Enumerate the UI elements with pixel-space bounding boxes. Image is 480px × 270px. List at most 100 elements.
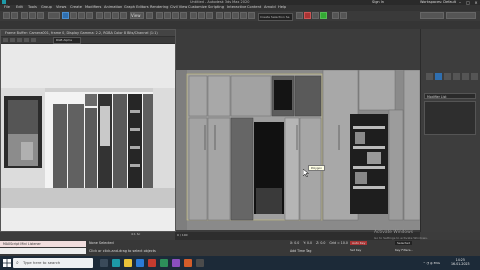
menu-animation[interactable]: Animation — [104, 5, 122, 9]
windows-start-icon[interactable] — [3, 259, 11, 267]
modifier-stack[interactable] — [424, 101, 476, 135]
print-image-icon[interactable] — [24, 38, 29, 42]
placement-icon[interactable] — [120, 12, 127, 19]
frame-size-label: 4:1 Sc — [131, 232, 141, 236]
menu-customize[interactable]: Customize — [188, 5, 207, 9]
open-explorer-icon[interactable] — [332, 12, 339, 19]
chrome-icon[interactable] — [148, 259, 156, 267]
snap-toggle-icon[interactable] — [156, 12, 163, 19]
maxscript-listener[interactable]: MAXScript Mini Listener — [0, 241, 86, 247]
display-tab-icon[interactable] — [462, 73, 469, 80]
channel-dropdown[interactable]: RGB Alpha — [53, 37, 81, 44]
menu-rendering[interactable]: Rendering — [150, 5, 168, 9]
office-icon[interactable] — [184, 259, 192, 267]
grid-size: Grid = 10.0 — [329, 241, 348, 245]
menu-group[interactable]: Group — [41, 5, 52, 9]
task-view-icon[interactable] — [100, 259, 108, 267]
workspaces-dropdown[interactable]: Workspaces: Default — [420, 0, 456, 4]
edge-browser-icon[interactable] — [136, 259, 144, 267]
select-object-icon[interactable] — [62, 12, 69, 19]
save-image-icon[interactable] — [3, 38, 8, 42]
link-icon[interactable] — [21, 12, 28, 19]
taskbar-search-input[interactable]: Type here to search — [13, 258, 93, 268]
utilities-tab-icon[interactable] — [471, 73, 478, 80]
sign-in-button[interactable]: Sign In — [372, 0, 384, 4]
layer-explorer-icon[interactable] — [216, 12, 223, 19]
clone-window-icon[interactable] — [17, 38, 22, 42]
maxscript-output[interactable] — [0, 248, 86, 254]
settings-icon[interactable] — [196, 259, 204, 267]
set-key-button[interactable]: Set Key — [350, 248, 361, 252]
percent-snap-icon[interactable] — [172, 12, 179, 19]
redo-icon[interactable] — [11, 12, 18, 19]
mirror-icon[interactable] — [198, 12, 205, 19]
menu-graph-editors[interactable]: Graph Editors — [124, 5, 149, 9]
z-coordinate[interactable]: Z: 0.0 — [316, 241, 325, 245]
render-iterative-icon[interactable] — [320, 12, 327, 19]
app-icon — [2, 0, 6, 4]
hierarchy-tab-icon[interactable] — [444, 73, 451, 80]
modify-tab-icon[interactable] — [435, 73, 442, 80]
align-icon[interactable] — [206, 12, 213, 19]
render-setup-icon[interactable] — [296, 12, 303, 19]
undo-icon[interactable] — [3, 12, 10, 19]
spinner-snap-icon[interactable] — [180, 12, 187, 19]
frame-window-title: Frame Buffer: Camera001, frame 0, Displa… — [1, 30, 175, 36]
unlink-icon[interactable] — [29, 12, 36, 19]
rotate-icon[interactable] — [104, 12, 111, 19]
menu-arnold[interactable]: Arnold — [264, 5, 276, 9]
menu-views[interactable]: Views — [56, 5, 66, 9]
select-by-name-icon[interactable] — [70, 12, 77, 19]
pivot-center-icon[interactable] — [146, 12, 153, 19]
perspective-viewport[interactable]: Polygon — [175, 70, 420, 230]
scene-converter-icon[interactable] — [340, 12, 347, 19]
menu-tools[interactable]: Tools — [28, 5, 37, 9]
menu-file[interactable]: File — [4, 5, 10, 9]
project-folder-dropdown[interactable] — [420, 12, 444, 19]
bind-space-warp-icon[interactable] — [37, 12, 44, 19]
taskbar-clock[interactable]: 14:25 16-01-2023 — [451, 258, 470, 266]
menu-edit[interactable]: Edit — [16, 5, 23, 9]
menu-scripting[interactable]: Scripting — [208, 5, 224, 9]
window-crossing-icon[interactable] — [86, 12, 93, 19]
named-selection-icon[interactable] — [190, 12, 197, 19]
y-coordinate[interactable]: Y: 0.0 — [303, 241, 312, 245]
store-icon[interactable] — [160, 259, 168, 267]
create-tab-icon[interactable] — [426, 73, 433, 80]
menu-help[interactable]: Help — [278, 5, 286, 9]
rendered-frame-window-icon[interactable] — [304, 12, 311, 19]
curve-editor-icon[interactable] — [232, 12, 239, 19]
move-icon[interactable] — [96, 12, 103, 19]
angle-snap-icon[interactable] — [164, 12, 171, 19]
file-explorer-icon[interactable] — [124, 259, 132, 267]
modifier-list-dropdown[interactable]: Modifier List — [424, 93, 476, 99]
render-production-icon[interactable] — [312, 12, 319, 19]
rectangular-selection-icon[interactable] — [78, 12, 85, 19]
schematic-view-icon[interactable] — [240, 12, 247, 19]
time-slider-label[interactable]: 0 / 100 — [177, 233, 188, 237]
selected-dropdown[interactable]: Selected — [395, 241, 413, 245]
system-tray[interactable]: ^ ◔ ◍ ENG — [423, 261, 440, 265]
3ds-max-taskbar-icon[interactable] — [112, 259, 120, 267]
menu-modifiers[interactable]: Modifiers — [85, 5, 101, 9]
x-coordinate[interactable]: X: 0.0 — [290, 241, 299, 245]
auto-key-button[interactable]: Auto Key — [350, 241, 368, 245]
menu-civil-view[interactable]: Civil View — [170, 5, 187, 9]
clear-image-icon[interactable] — [31, 38, 36, 42]
copy-image-icon[interactable] — [10, 38, 15, 42]
project-path-field[interactable] — [446, 12, 476, 19]
photos-icon[interactable] — [172, 259, 180, 267]
add-time-tag[interactable]: Add Time Tag — [290, 249, 311, 253]
scene-explorer-icon[interactable] — [224, 12, 231, 19]
menu-content[interactable]: Content — [247, 5, 261, 9]
selection-filter-dropdown[interactable] — [48, 12, 60, 19]
scale-icon[interactable] — [112, 12, 119, 19]
motion-tab-icon[interactable] — [453, 73, 460, 80]
menu-interactive[interactable]: Interactive — [227, 5, 246, 9]
material-editor-icon[interactable] — [248, 12, 255, 19]
rendered-frame-window: Frame Buffer: Camera001, frame 0, Displa… — [0, 29, 176, 236]
key-filters-button[interactable]: Key Filters... — [395, 248, 413, 252]
selection-set-field[interactable]: Create Selection Se — [258, 13, 293, 21]
menu-create[interactable]: Create — [70, 5, 82, 9]
reference-coordinate-dropdown[interactable]: View — [130, 12, 144, 19]
